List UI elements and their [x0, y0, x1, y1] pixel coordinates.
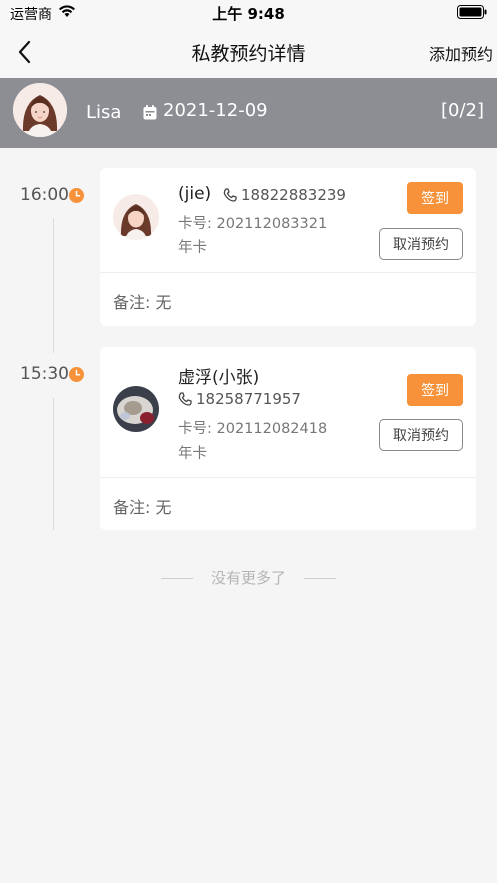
- nav-bar: 私教预约详情 添加预约: [0, 26, 497, 78]
- appointment-card: (jie) 18822883239 卡号: 202112083321 年卡 签到…: [100, 168, 476, 326]
- member-card-number: 卡号: 202112082418: [178, 421, 328, 437]
- clock-icon: [69, 367, 84, 382]
- battery-icon: [457, 5, 487, 19]
- checkin-button[interactable]: 签到: [407, 182, 463, 214]
- appointment-count: [0/2]: [440, 100, 484, 121]
- cancel-appointment-button[interactable]: 取消预约: [379, 419, 463, 451]
- cancel-appointment-button[interactable]: 取消预约: [379, 228, 463, 260]
- appointment-card: 虚浮(小张) 18258771957 卡号: 202112082418 年卡 签…: [100, 347, 476, 530]
- status-bar: 运营商 上午 9:48: [0, 0, 497, 26]
- member-phone[interactable]: 18258771957: [196, 390, 301, 408]
- status-time: 上午 9:48: [212, 5, 285, 23]
- member-card-type: 年卡: [178, 240, 207, 256]
- phone-icon: [178, 392, 192, 406]
- appointment-note: 备注: 无: [113, 498, 172, 517]
- member-name: (jie): [178, 184, 212, 204]
- member-card-number: 卡号: 202112083321: [178, 216, 328, 232]
- coach-name: Lisa: [86, 102, 122, 123]
- member-phone[interactable]: 18822883239: [241, 186, 346, 204]
- phone-icon: [223, 188, 237, 202]
- member-card-type: 年卡: [178, 446, 207, 462]
- calendar-icon: [143, 105, 157, 120]
- divider-line-right: [304, 578, 336, 579]
- coach-avatar: [13, 83, 67, 137]
- coach-header: Lisa 2021-12-09 [0/2]: [0, 78, 497, 148]
- time-label: 16:00: [20, 185, 69, 205]
- time-label: 15:30: [20, 364, 69, 384]
- appointment-list: 16:00 (jie) 18822883239 卡号: 202112083321…: [0, 148, 497, 883]
- page-title: 私教预约详情: [191, 43, 306, 65]
- clock-icon: [69, 188, 84, 203]
- member-avatar: [113, 194, 159, 240]
- add-appointment-button[interactable]: 添加预约: [429, 41, 493, 65]
- card-divider: [100, 272, 476, 273]
- appointment-note: 备注: 无: [113, 293, 172, 312]
- timeline-line: [53, 218, 54, 353]
- appointment-date: 2021-12-09: [163, 100, 268, 121]
- member-avatar: [113, 386, 159, 432]
- member-name: 虚浮(小张): [178, 368, 260, 388]
- timeline-line: [53, 398, 54, 530]
- checkin-button[interactable]: 签到: [407, 374, 463, 406]
- card-divider: [100, 477, 476, 478]
- no-more-label: 没有更多了: [210, 569, 286, 587]
